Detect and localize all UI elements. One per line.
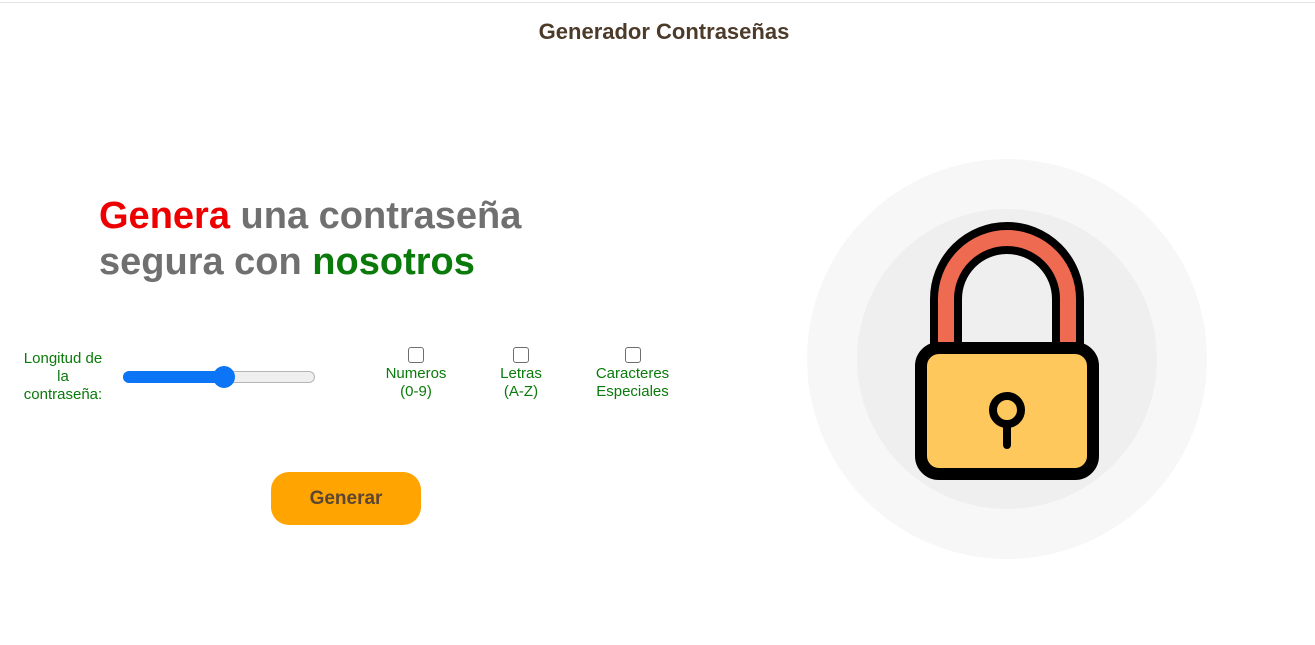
slider-thumb[interactable] bbox=[213, 366, 235, 388]
hero-headline: Genera una contraseña segura con nosotro… bbox=[99, 193, 569, 285]
generate-button[interactable]: Generar bbox=[271, 472, 421, 525]
app-title: Generador Contraseñas bbox=[538, 19, 790, 44]
hero-word-red: Genera bbox=[99, 195, 230, 237]
length-label: Longitud de la contraseña: bbox=[23, 350, 103, 403]
hero-word-green: nosotros bbox=[312, 241, 475, 283]
option-letters-label: Letras bbox=[500, 365, 542, 382]
option-numbers[interactable]: Numeros (0-9) bbox=[377, 347, 455, 401]
top-divider bbox=[0, 2, 1315, 3]
option-special-label: Caracteres bbox=[595, 365, 670, 382]
option-numbers-range: (0-9) bbox=[400, 383, 432, 400]
padlock-icon bbox=[807, 159, 1207, 559]
numbers-checkbox[interactable] bbox=[408, 347, 424, 363]
length-slider[interactable] bbox=[123, 366, 315, 388]
slider-fill bbox=[123, 371, 224, 383]
option-special-sub: Especiales bbox=[596, 383, 669, 400]
special-checkbox[interactable] bbox=[624, 347, 641, 363]
letters-checkbox[interactable] bbox=[513, 347, 529, 363]
option-letters-range: (A-Z) bbox=[503, 383, 539, 400]
option-letters[interactable]: Letras (A-Z) bbox=[490, 347, 552, 401]
option-numbers-label: Numeros bbox=[385, 365, 447, 382]
lock-body bbox=[915, 342, 1099, 480]
option-special[interactable]: Caracteres Especiales bbox=[585, 347, 680, 401]
